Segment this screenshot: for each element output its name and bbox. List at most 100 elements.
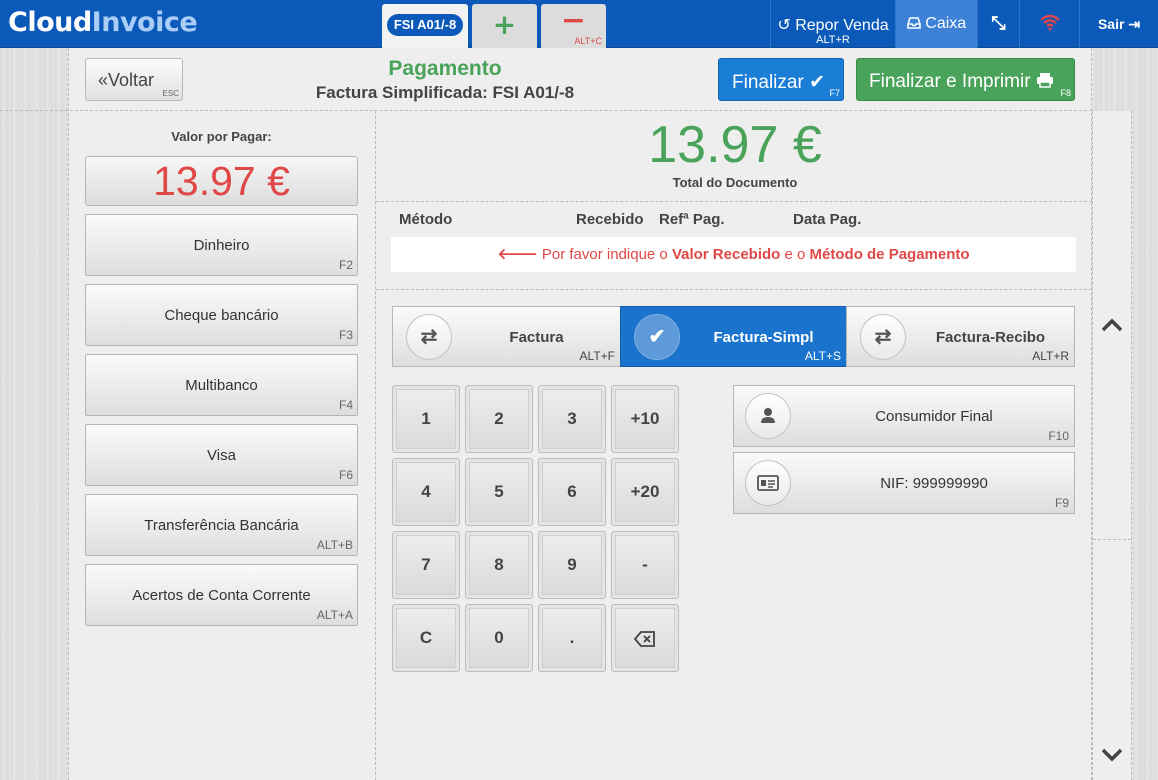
double-chevron-left-icon: « bbox=[98, 70, 109, 90]
doc-type-label: Factura-Simpl bbox=[713, 329, 814, 346]
payment-method-visa[interactable]: Visa F6 bbox=[85, 424, 358, 486]
fullscreen-button[interactable]: ⤡ bbox=[977, 0, 1019, 48]
keypad-3[interactable]: 3 bbox=[538, 385, 606, 453]
doc-type-factura[interactable]: ⇄ Factura ALT+F bbox=[392, 306, 621, 367]
remove-document-tab-button[interactable]: − ALT+C bbox=[541, 4, 606, 48]
payment-method-cash[interactable]: Dinheiro F2 bbox=[85, 214, 358, 276]
shortcut-hint: F3 bbox=[338, 328, 353, 342]
shortcut-hint: ALT+A bbox=[316, 608, 353, 622]
finalize-button[interactable]: Finalizar ✔ F7 bbox=[718, 58, 844, 101]
logout-button[interactable]: Sair ⇥ bbox=[1079, 0, 1158, 48]
shortcut-hint: F6 bbox=[338, 468, 353, 482]
sign-out-icon: ⇥ bbox=[1128, 16, 1141, 32]
page-subtitle: Factura Simplificada: FSI A01/-8 bbox=[315, 83, 575, 102]
finalize-label: Finalizar bbox=[732, 72, 804, 93]
payment-method-current-account[interactable]: Acertos de Conta Corrente ALT+A bbox=[85, 564, 358, 626]
scroll-up-button[interactable] bbox=[1093, 111, 1131, 540]
divider bbox=[376, 289, 1092, 290]
shortcut-hint: F8 bbox=[1060, 88, 1071, 98]
payment-method-label: Dinheiro bbox=[193, 237, 250, 254]
user-icon bbox=[745, 393, 791, 439]
amount-due-display: 13.97 € bbox=[85, 156, 358, 206]
back-button[interactable]: «Voltar ESC bbox=[85, 58, 183, 101]
tab-document-label: FSI A01/-8 bbox=[387, 14, 463, 36]
doc-type-factura-simpl[interactable]: ✔ Factura-Simpl ALT+S bbox=[620, 306, 847, 367]
shortcut-hint: F7 bbox=[829, 88, 840, 98]
shortcut-hint: F9 bbox=[1054, 496, 1069, 510]
column-header-date: Data Pag. bbox=[793, 211, 862, 228]
keypad-6[interactable]: 6 bbox=[538, 458, 606, 526]
payment-method-label: Transferência Bancária bbox=[144, 517, 299, 534]
check-icon: ✔ bbox=[634, 314, 680, 360]
chevron-down-icon bbox=[1101, 748, 1123, 762]
payment-method-transfer[interactable]: Transferência Bancária ALT+B bbox=[85, 494, 358, 556]
chevron-up-icon bbox=[1101, 318, 1123, 332]
repor-venda-content: ↺ Repor Venda bbox=[771, 15, 895, 35]
exchange-icon: ⇄ bbox=[406, 314, 452, 360]
repor-venda-label: Repor Venda bbox=[795, 17, 889, 34]
payment-method-multibanco[interactable]: Multibanco F4 bbox=[85, 354, 358, 416]
keypad-5[interactable]: 5 bbox=[465, 458, 533, 526]
keypad-8[interactable]: 8 bbox=[465, 531, 533, 599]
keypad-plus-10[interactable]: +10 bbox=[611, 385, 679, 453]
keypad-decimal[interactable]: . bbox=[538, 604, 606, 672]
keypad-1[interactable]: 1 bbox=[392, 385, 460, 453]
expand-icon: ⤡ bbox=[991, 13, 1006, 33]
document-total: 13.97 € bbox=[648, 116, 822, 174]
payment-method-label: Cheque bancário bbox=[164, 307, 279, 324]
column-divider bbox=[375, 111, 376, 780]
keypad-plus-20[interactable]: +20 bbox=[611, 458, 679, 526]
logo-part-2: Invoice bbox=[91, 7, 198, 38]
shortcut-hint: ESC bbox=[162, 89, 179, 98]
page-title: Pagamento bbox=[388, 57, 502, 80]
backspace-icon bbox=[633, 630, 655, 647]
keypad-7[interactable]: 7 bbox=[392, 531, 460, 599]
message-part: e o bbox=[784, 246, 806, 263]
shortcut-hint: F10 bbox=[1048, 429, 1069, 443]
message-emphasis: Método de Pagamento bbox=[809, 246, 970, 263]
repor-venda-button[interactable]: ↺ Repor Venda ALT+R bbox=[770, 0, 895, 48]
connection-status bbox=[1019, 0, 1079, 48]
scroll-controls bbox=[1092, 111, 1132, 780]
doc-type-label: Factura bbox=[509, 329, 564, 346]
arrow-left-icon: 🡐 bbox=[497, 246, 538, 263]
inbox-icon bbox=[907, 17, 921, 29]
back-content: «Voltar bbox=[98, 70, 154, 91]
wifi-icon bbox=[1039, 14, 1060, 31]
add-document-tab-button[interactable]: + bbox=[472, 4, 537, 48]
top-bar: CloudInvoice FSI A01/-8 + − ALT+C ↺ Repor… bbox=[0, 0, 1158, 48]
caixa-content: Caixa bbox=[896, 15, 977, 33]
customer-nif: NIF: 999999990 bbox=[880, 475, 988, 492]
logo-part-1: Cloud bbox=[8, 7, 92, 38]
customer-select-button[interactable]: Consumidor Final F10 bbox=[733, 385, 1075, 447]
shortcut-hint: ALT+F bbox=[579, 349, 615, 363]
finalize-content: Finalizar ✔ bbox=[732, 71, 825, 94]
keypad-clear[interactable]: C bbox=[392, 604, 460, 672]
payment-instruction-message: 🡐 Por favor indique o Valor Recebido e o… bbox=[391, 237, 1076, 272]
id-card-icon bbox=[745, 460, 791, 506]
shortcut-hint: ALT+S bbox=[804, 349, 841, 363]
logout-content: Sair ⇥ bbox=[1080, 16, 1158, 33]
document-total-label: Total do Documento bbox=[672, 175, 798, 190]
caixa-button[interactable]: Caixa bbox=[895, 0, 977, 48]
tab-current-document[interactable]: FSI A01/-8 bbox=[382, 4, 468, 48]
nif-button[interactable]: NIF: 999999990 F9 bbox=[733, 452, 1075, 514]
keypad-2[interactable]: 2 bbox=[465, 385, 533, 453]
finalize-print-button[interactable]: Finalizar e Imprimir F8 bbox=[856, 58, 1075, 101]
column-header-method: Método bbox=[399, 211, 453, 228]
doc-type-label: Factura-Recibo bbox=[935, 329, 1046, 346]
doc-type-factura-recibo[interactable]: ⇄ Factura-Recibo ALT+R bbox=[846, 306, 1075, 367]
logout-label: Sair bbox=[1097, 16, 1125, 32]
keypad-4[interactable]: 4 bbox=[392, 458, 460, 526]
keypad-0[interactable]: 0 bbox=[465, 604, 533, 672]
keypad-9[interactable]: 9 bbox=[538, 531, 606, 599]
plus-icon: + bbox=[492, 8, 517, 41]
payment-method-label: Visa bbox=[207, 447, 236, 464]
scroll-down-button[interactable] bbox=[1093, 541, 1131, 780]
keypad-minus[interactable]: - bbox=[611, 531, 679, 599]
keypad-backspace[interactable] bbox=[611, 604, 679, 672]
payment-method-cheque[interactable]: Cheque bancário F3 bbox=[85, 284, 358, 346]
shortcut-hint: ALT+B bbox=[316, 538, 353, 552]
column-header-reference: Refª Pag. bbox=[659, 211, 725, 228]
printer-icon bbox=[1036, 73, 1053, 88]
